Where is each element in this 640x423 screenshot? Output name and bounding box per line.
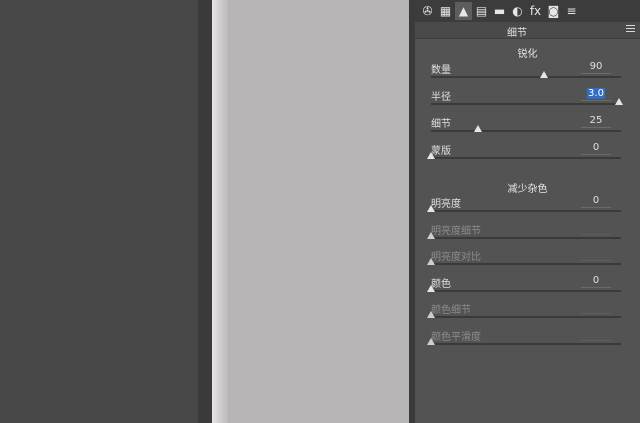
noise-reduction-label-1: 明亮度细节	[431, 225, 481, 237]
noise-reduction-slider-thumb-3[interactable]	[427, 284, 435, 292]
sharpening-slider-track-0[interactable]	[431, 76, 621, 78]
detail-triangle-icon[interactable]: ▲	[455, 2, 472, 20]
noise-reduction-slider-track-4	[431, 316, 621, 319]
sharpening-slider-track-3[interactable]	[431, 157, 621, 159]
sharpening-label-0: 数量	[431, 65, 451, 76]
panel-title: 细节	[507, 28, 527, 39]
noise-reduction-slider-thumb-4	[427, 311, 435, 319]
panel-tabs: ✇ ▦ ▲ ▤ ▬ ◐ fx ◙ ≡	[415, 0, 640, 22]
sharpening-value-field-0[interactable]: 90	[581, 60, 611, 74]
presets-sliders-icon[interactable]: ≡	[563, 2, 580, 20]
sharpening-slider-thumb-2[interactable]	[474, 125, 482, 132]
noise-reduction-value-field-5	[581, 327, 611, 341]
noise-reduction-label-4: 颜色细节	[431, 305, 471, 317]
noise-reduction-slider-track-0[interactable]	[431, 210, 621, 212]
noise-reduction-slider-thumb-2	[427, 258, 435, 266]
sharpening-section-title: 锐化	[517, 49, 538, 60]
noise-reduction-slider-track-1	[431, 236, 621, 239]
fx-icon[interactable]: fx	[527, 2, 544, 20]
image-preview-edge	[212, 0, 228, 423]
detail-panel: ✇ ▦ ▲ ▤ ▬ ◐ fx ◙ ≡ 细节 锐化 数量 90 半径 3.0 细节 25 蒙版…	[415, 0, 640, 423]
noise-reduction-section-title: 减少杂色	[507, 184, 548, 195]
noise-reduction-slider-thumb-0[interactable]	[427, 205, 435, 212]
sharpening-slider-thumb-1[interactable]	[615, 98, 623, 105]
histogram-icon[interactable]: ▦	[437, 2, 454, 20]
hsl-icon[interactable]: ▤	[473, 2, 490, 20]
workspace-background	[0, 0, 198, 423]
noise-reduction-slider-track-5	[431, 343, 621, 345]
noise-reduction-slider-thumb-5	[427, 338, 435, 345]
workspace-divider	[198, 0, 212, 423]
camera-icon[interactable]: ◙	[545, 2, 562, 20]
sharpening-value-field-2[interactable]: 25	[581, 114, 611, 128]
panel-menu-icon[interactable]	[626, 25, 635, 34]
aperture-icon[interactable]: ✇	[419, 2, 436, 20]
noise-reduction-value-field-2	[581, 247, 611, 262]
lens-correction-icon[interactable]: ◐	[509, 2, 526, 20]
noise-reduction-value-field-3[interactable]: 0	[581, 274, 611, 288]
sharpening-slider-track-2[interactable]	[431, 130, 621, 132]
image-preview-canvas[interactable]	[212, 0, 409, 423]
sharpening-value-field-3[interactable]: 0	[581, 141, 611, 155]
noise-reduction-slider-track-2	[431, 263, 621, 266]
noise-reduction-value-field-4	[581, 300, 611, 315]
sharpening-label-1: 半径	[431, 92, 451, 103]
sharpening-slider-thumb-0[interactable]	[539, 71, 548, 78]
noise-reduction-value-field-0[interactable]: 0	[581, 194, 611, 208]
noise-reduction-label-5: 颜色平滑度	[431, 332, 481, 343]
sharpening-slider-thumb-3[interactable]	[427, 152, 435, 159]
noise-reduction-value-field-1	[581, 221, 611, 235]
sharpening-label-2: 细节	[431, 119, 451, 130]
sharpening-value-field-1[interactable]: 3.0	[581, 87, 611, 101]
sharpening-slider-track-1[interactable]	[431, 103, 621, 105]
noise-reduction-slider-track-3[interactable]	[431, 289, 621, 292]
panel-header: 细节	[415, 22, 640, 39]
noise-reduction-label-0: 明亮度	[431, 199, 461, 210]
noise-reduction-slider-thumb-1	[427, 231, 435, 239]
split-tone-icon[interactable]: ▬	[491, 2, 508, 20]
noise-reduction-label-2: 明亮度对比	[431, 252, 481, 264]
